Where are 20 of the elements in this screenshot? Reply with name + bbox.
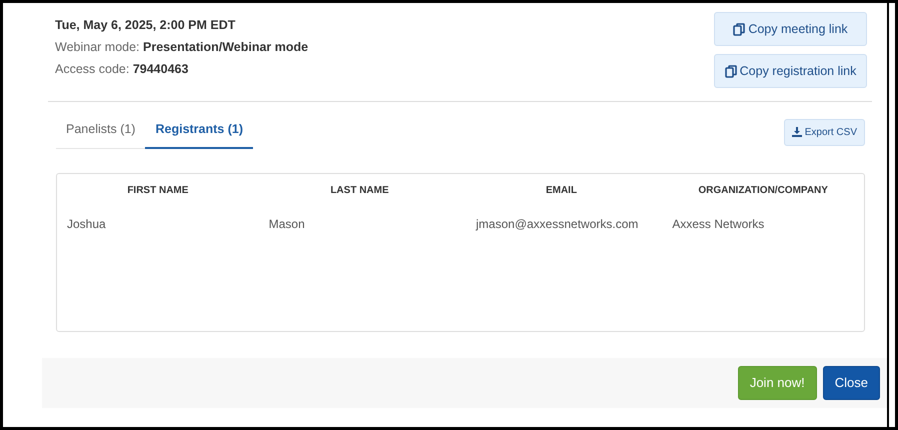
column-header: ORGANIZATION/COMPANY <box>697 184 829 198</box>
meeting-date: Tue, May 6, 2025, 2:00 PM EDT <box>55 17 236 34</box>
tab[interactable]: Panelists (1) <box>56 116 146 149</box>
column-header: LAST NAME <box>329 184 390 198</box>
copy-icon <box>733 22 746 36</box>
table-cell-text: Mason <box>268 216 306 233</box>
copy-link-button[interactable]: Copy registration link <box>714 54 867 88</box>
copy-link-button[interactable]: Copy meeting link <box>714 12 867 46</box>
column-header: EMAIL <box>544 184 578 198</box>
download-icon <box>792 127 802 138</box>
table-cell-text: Joshua <box>66 216 107 233</box>
copy-icon <box>724 64 737 78</box>
table-cell-text: Axxess Networks <box>671 216 766 233</box>
column-header: FIRST NAME <box>126 184 190 198</box>
export-csv-button[interactable]: Export CSV <box>784 118 865 146</box>
tab[interactable]: Registrants (1) <box>145 116 254 149</box>
access-code: Access code: 79440463 <box>55 60 190 78</box>
webinar-mode: Webinar mode: Presentation/Webinar mode <box>55 38 308 56</box>
table-cell-text: jmason@axxessnetworks.com <box>476 216 640 233</box>
close-button[interactable]: Close <box>822 366 880 400</box>
